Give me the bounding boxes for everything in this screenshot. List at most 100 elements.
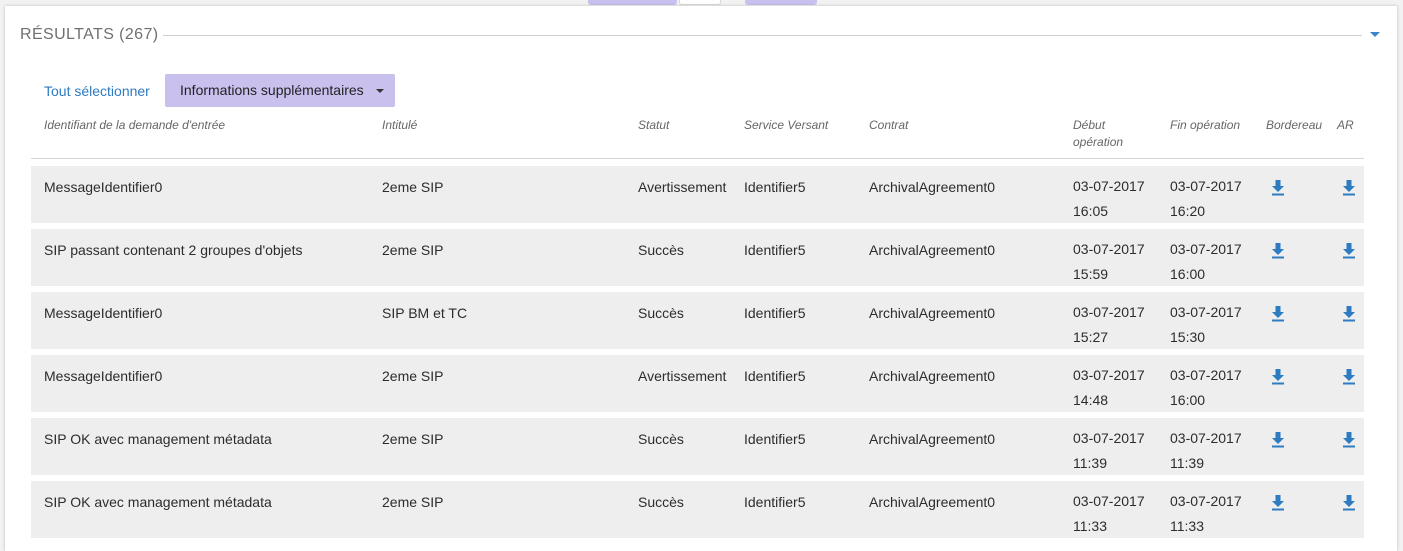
cell-status: Succès bbox=[638, 431, 684, 447]
table-row[interactable]: MessageIdentifier0 2eme SIP Avertissement I… bbox=[31, 355, 1364, 412]
column-header-start-line1: Début bbox=[1073, 118, 1106, 132]
cell-end-date: 03-07-2017 bbox=[1170, 178, 1242, 194]
cell-service: Identifier5 bbox=[744, 494, 806, 510]
cell-start: 03-07-2017 15:27 bbox=[1073, 300, 1145, 350]
cell-end-time: 11:39 bbox=[1170, 455, 1204, 471]
top-tab[interactable] bbox=[679, 0, 721, 5]
results-toolbar: Tout sélectionner Informations supplémen… bbox=[32, 74, 432, 108]
download-icon[interactable] bbox=[1341, 368, 1357, 385]
download-icon[interactable] bbox=[1270, 179, 1286, 196]
cell-title: SIP BM et TC bbox=[382, 305, 468, 321]
table-row[interactable]: SIP OK avec management métadata 2eme SIP S… bbox=[31, 418, 1364, 475]
cell-contract: ArchivalAgreement0 bbox=[869, 368, 996, 384]
cell-id: MessageIdentifier0 bbox=[44, 368, 163, 384]
cell-service: Identifier5 bbox=[744, 179, 806, 195]
cell-status: Avertissement bbox=[638, 179, 727, 195]
cell-end: 03-07-2017 15:30 bbox=[1170, 300, 1242, 350]
cell-start-time: 15:27 bbox=[1073, 329, 1109, 345]
results-header: RÉSULTATS (267) bbox=[20, 26, 1380, 48]
column-header-service[interactable]: Service Versant bbox=[744, 117, 828, 134]
download-icon[interactable] bbox=[1270, 242, 1286, 259]
column-header-end[interactable]: Fin opération bbox=[1170, 117, 1240, 134]
cell-status: Succès bbox=[638, 305, 684, 321]
cell-id: MessageIdentifier0 bbox=[44, 179, 163, 195]
download-icon[interactable] bbox=[1341, 494, 1357, 511]
cell-contract: ArchivalAgreement0 bbox=[869, 494, 996, 510]
cell-service: Identifier5 bbox=[744, 242, 806, 258]
download-icon[interactable] bbox=[1341, 179, 1357, 196]
cell-start-time: 11:39 bbox=[1073, 455, 1107, 471]
cell-start-time: 16:05 bbox=[1073, 203, 1109, 219]
results-title: RÉSULTATS (267) bbox=[20, 26, 159, 43]
select-all-link[interactable]: Tout sélectionner bbox=[44, 83, 150, 99]
cell-start-date: 03-07-2017 bbox=[1073, 493, 1145, 509]
cell-title: 2eme SIP bbox=[382, 368, 444, 384]
cell-start: 03-07-2017 15:59 bbox=[1073, 237, 1145, 287]
table-row[interactable]: MessageIdentifier0 2eme SIP Avertissement I… bbox=[31, 166, 1364, 223]
cell-end-time: 16:00 bbox=[1170, 392, 1206, 408]
cell-end: 03-07-2017 16:00 bbox=[1170, 363, 1242, 413]
column-header-title[interactable]: Intitulé bbox=[382, 117, 417, 134]
column-header-id[interactable]: Identifiant de la demande d'entrée bbox=[44, 117, 225, 134]
cell-end: 03-07-2017 16:20 bbox=[1170, 174, 1242, 224]
download-icon[interactable] bbox=[1270, 305, 1286, 322]
table-row[interactable]: MessageIdentifier0 SIP BM et TC Succès Iden… bbox=[31, 292, 1364, 349]
chevron-down-icon[interactable] bbox=[1370, 32, 1380, 37]
download-icon[interactable] bbox=[1341, 242, 1357, 259]
cell-start: 03-07-2017 16:05 bbox=[1073, 174, 1145, 224]
download-icon[interactable] bbox=[1270, 368, 1286, 385]
header-divider bbox=[163, 35, 1362, 36]
top-tab[interactable] bbox=[588, 0, 677, 5]
cell-end: 03-07-2017 11:33 bbox=[1170, 489, 1242, 539]
cell-end-date: 03-07-2017 bbox=[1170, 304, 1242, 320]
table-header: Identifiant de la demande d'entrée Intit… bbox=[31, 117, 1364, 159]
cell-end-time: 16:20 bbox=[1170, 203, 1206, 219]
cell-contract: ArchivalAgreement0 bbox=[869, 305, 996, 321]
cell-contract: ArchivalAgreement0 bbox=[869, 431, 996, 447]
cell-end-date: 03-07-2017 bbox=[1170, 367, 1242, 383]
cell-end: 03-07-2017 11:39 bbox=[1170, 426, 1242, 476]
cell-title: 2eme SIP bbox=[382, 242, 444, 258]
cell-status: Succès bbox=[638, 242, 684, 258]
download-icon[interactable] bbox=[1341, 431, 1357, 448]
caret-down-icon bbox=[376, 89, 384, 93]
cell-status: Succès bbox=[638, 494, 684, 510]
column-header-contract[interactable]: Contrat bbox=[869, 117, 908, 134]
cell-start: 03-07-2017 14:48 bbox=[1073, 363, 1145, 413]
cell-service: Identifier5 bbox=[744, 368, 806, 384]
cell-id: MessageIdentifier0 bbox=[44, 305, 163, 321]
cell-start-date: 03-07-2017 bbox=[1073, 241, 1145, 257]
header-divider bbox=[31, 158, 1364, 159]
cell-start-date: 03-07-2017 bbox=[1073, 367, 1145, 383]
cell-id: SIP OK avec management métadata bbox=[44, 494, 272, 510]
cell-end-time: 11:33 bbox=[1170, 518, 1204, 534]
cell-start-date: 03-07-2017 bbox=[1073, 178, 1145, 194]
more-info-dropdown[interactable]: Informations supplémentaires bbox=[165, 74, 395, 107]
cell-start-time: 11:33 bbox=[1073, 518, 1107, 534]
download-icon[interactable] bbox=[1341, 305, 1357, 322]
top-tab[interactable] bbox=[745, 0, 817, 5]
cell-contract: ArchivalAgreement0 bbox=[869, 179, 996, 195]
cell-title: 2eme SIP bbox=[382, 494, 444, 510]
column-header-start[interactable]: Début opération bbox=[1073, 117, 1123, 151]
download-icon[interactable] bbox=[1270, 431, 1286, 448]
cell-start-time: 15:59 bbox=[1073, 266, 1109, 282]
cell-status: Avertissement bbox=[638, 368, 727, 384]
table-row[interactable]: SIP OK avec management métadata 2eme SIP S… bbox=[31, 481, 1364, 538]
column-header-status[interactable]: Statut bbox=[638, 117, 669, 134]
cell-service: Identifier5 bbox=[744, 305, 806, 321]
cell-start-date: 03-07-2017 bbox=[1073, 430, 1145, 446]
download-icon[interactable] bbox=[1270, 494, 1286, 511]
cell-title: 2eme SIP bbox=[382, 431, 444, 447]
cell-end-time: 16:00 bbox=[1170, 266, 1206, 282]
cell-start: 03-07-2017 11:39 bbox=[1073, 426, 1145, 476]
column-header-bordereau: Bordereau bbox=[1266, 118, 1323, 132]
cell-id: SIP passant contenant 2 groupes d'objets bbox=[44, 242, 303, 258]
column-header-ar: AR bbox=[1337, 118, 1354, 132]
cell-start-time: 14:48 bbox=[1073, 392, 1109, 408]
more-info-label: Informations supplémentaires bbox=[180, 82, 364, 98]
cell-id: SIP OK avec management métadata bbox=[44, 431, 272, 447]
table-row[interactable]: SIP passant contenant 2 groupes d'objets… bbox=[31, 229, 1364, 286]
cell-title: 2eme SIP bbox=[382, 179, 444, 195]
cell-service: Identifier5 bbox=[744, 431, 806, 447]
